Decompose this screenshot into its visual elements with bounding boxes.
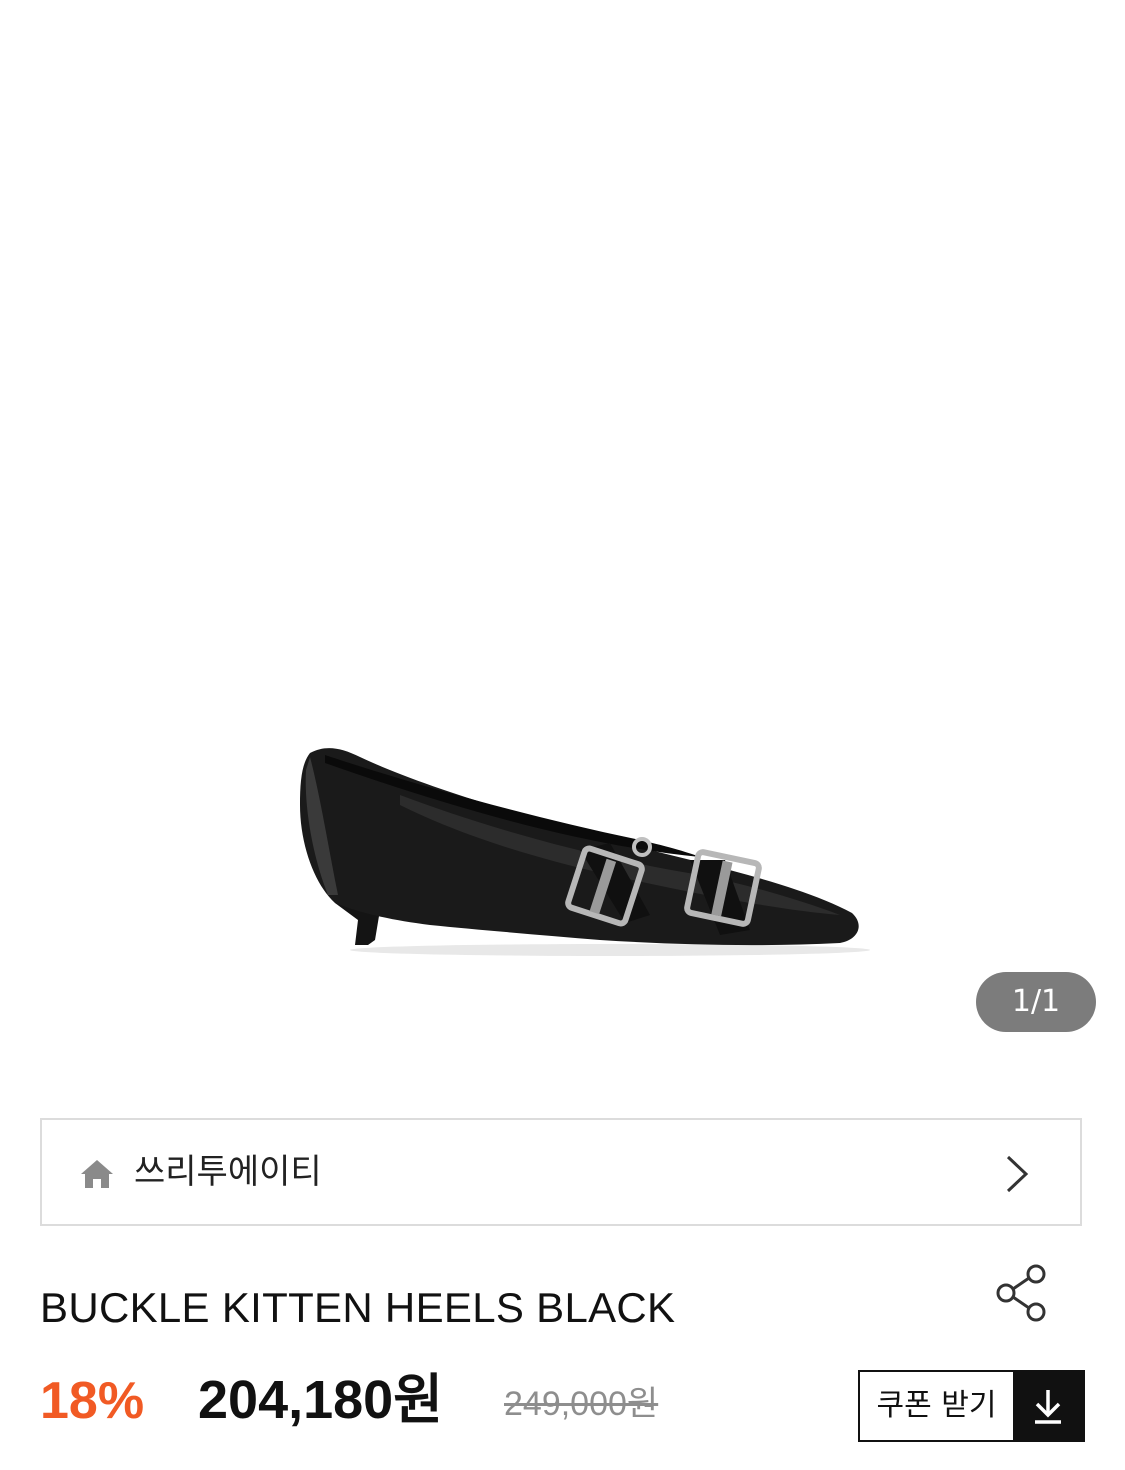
product-image-gallery[interactable]: 1/1 (0, 0, 1125, 1070)
share-icon[interactable] (992, 1264, 1050, 1322)
home-icon (81, 1160, 113, 1188)
discount-rate: 18% (40, 1372, 145, 1430)
brand-shop-link[interactable]: 쓰리투에이티 (40, 1118, 1082, 1226)
brand-name: 쓰리투에이티 (134, 1152, 322, 1192)
chevron-right-icon (1006, 1155, 1029, 1193)
product-title: BUCKLE KITTEN HEELS BLACK (40, 1284, 676, 1331)
original-price: 249,000원 (504, 1385, 659, 1423)
coupon-label: 쿠폰 받기 (876, 1388, 997, 1423)
sale-price: 204,180원 (198, 1370, 443, 1430)
product-image (300, 748, 870, 956)
image-counter: 1/1 (976, 972, 1096, 1032)
coupon-download-button[interactable]: 쿠폰 받기 (858, 1370, 1085, 1442)
download-icon (1013, 1372, 1083, 1440)
